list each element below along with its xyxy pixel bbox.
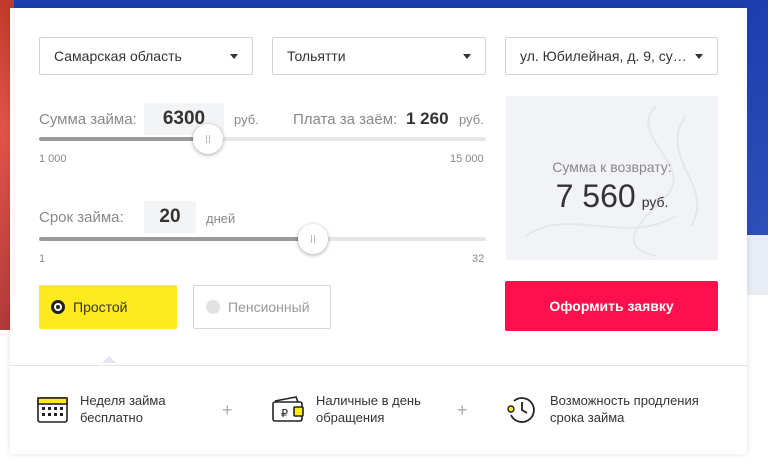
feature-extension-line1: Возможность продления <box>550 393 699 408</box>
loan-term-slider-fill <box>39 237 313 241</box>
total-value-row: 7 560 руб. <box>506 178 718 215</box>
loan-amount-unit: руб. <box>234 112 259 127</box>
loan-amount-slider-handle[interactable] <box>193 124 224 154</box>
radio-unselected-icon <box>206 300 220 314</box>
loan-fee-value: 1 260 <box>406 109 449 128</box>
loan-amount-max-label: 15 000 <box>450 153 484 165</box>
loan-calculator-card: Самарская область Тольятти ул. Юбилейная… <box>10 8 747 454</box>
loan-term-min-label: 1 <box>39 253 46 265</box>
pointer-arrow <box>102 356 116 363</box>
total-unit: руб. <box>641 194 669 210</box>
background-right-decoration <box>744 0 768 240</box>
loan-amount-slider-fill <box>39 137 209 141</box>
loan-term-label: Срок займа: <box>39 209 124 226</box>
loan-term-unit: дней <box>206 211 236 226</box>
feature-free-week-line2: бесплатно <box>80 410 143 425</box>
clock-extend-icon <box>507 397 535 423</box>
loan-fee-label: Плата за заём: <box>293 111 398 128</box>
divider <box>10 365 747 366</box>
city-select-value: Тольятти <box>287 48 346 64</box>
total-panel: Сумма к возврату: 7 560 руб. <box>506 96 718 260</box>
region-select-value: Самарская область <box>54 48 182 64</box>
office-select[interactable]: ул. Юбилейная, д. 9, суп... <box>505 37 718 75</box>
wallet-icon: ₽ <box>272 396 304 422</box>
loan-fee-unit: руб. <box>459 112 484 127</box>
plus-icon: + <box>222 400 233 420</box>
loan-term-input[interactable]: 20 <box>144 201 196 233</box>
loan-term-max-label: 32 <box>472 253 485 265</box>
city-select[interactable]: Тольятти <box>272 37 486 75</box>
feature-extension-line2: срока займа <box>550 410 625 425</box>
loan-amount-slider-track[interactable] <box>39 137 486 141</box>
plus-icon: + <box>457 400 468 420</box>
total-value: 7 560 <box>555 178 636 214</box>
calendar-icon <box>37 397 68 423</box>
loan-term-slider-handle[interactable] <box>297 224 328 254</box>
total-label: Сумма к возврату: <box>552 159 672 175</box>
feature-extension: Возможность продления срока займа <box>506 392 699 426</box>
loan-amount-label: Сумма займа: <box>39 111 137 128</box>
radio-selected-icon <box>51 300 65 314</box>
office-select-value: ул. Юбилейная, д. 9, суп... <box>520 48 687 64</box>
feature-free-week: Неделя займа бесплатно <box>37 392 166 426</box>
feature-cash-same-day: ₽ Наличные в день обращения <box>272 392 421 426</box>
feature-free-week-line1: Неделя займа <box>80 393 166 408</box>
loan-type-simple[interactable]: Простой <box>39 285 177 329</box>
loan-amount-min-label: 1 000 <box>39 153 67 165</box>
chevron-down-icon <box>230 53 238 59</box>
feature-cash-line1: Наличные в день <box>316 393 421 408</box>
chevron-down-icon <box>463 53 471 59</box>
svg-text:₽: ₽ <box>281 407 288 420</box>
loan-type-pension-label: Пенсионный <box>228 299 310 315</box>
submit-application-button[interactable]: Оформить заявку <box>505 281 718 331</box>
chevron-down-icon <box>695 53 703 59</box>
loan-type-simple-label: Простой <box>73 299 128 315</box>
feature-cash-line2: обращения <box>316 410 385 425</box>
region-select[interactable]: Самарская область <box>39 37 253 75</box>
background-right-tree <box>744 235 768 295</box>
loan-type-pension[interactable]: Пенсионный <box>193 285 331 329</box>
loan-term-slider-track[interactable] <box>39 237 486 241</box>
